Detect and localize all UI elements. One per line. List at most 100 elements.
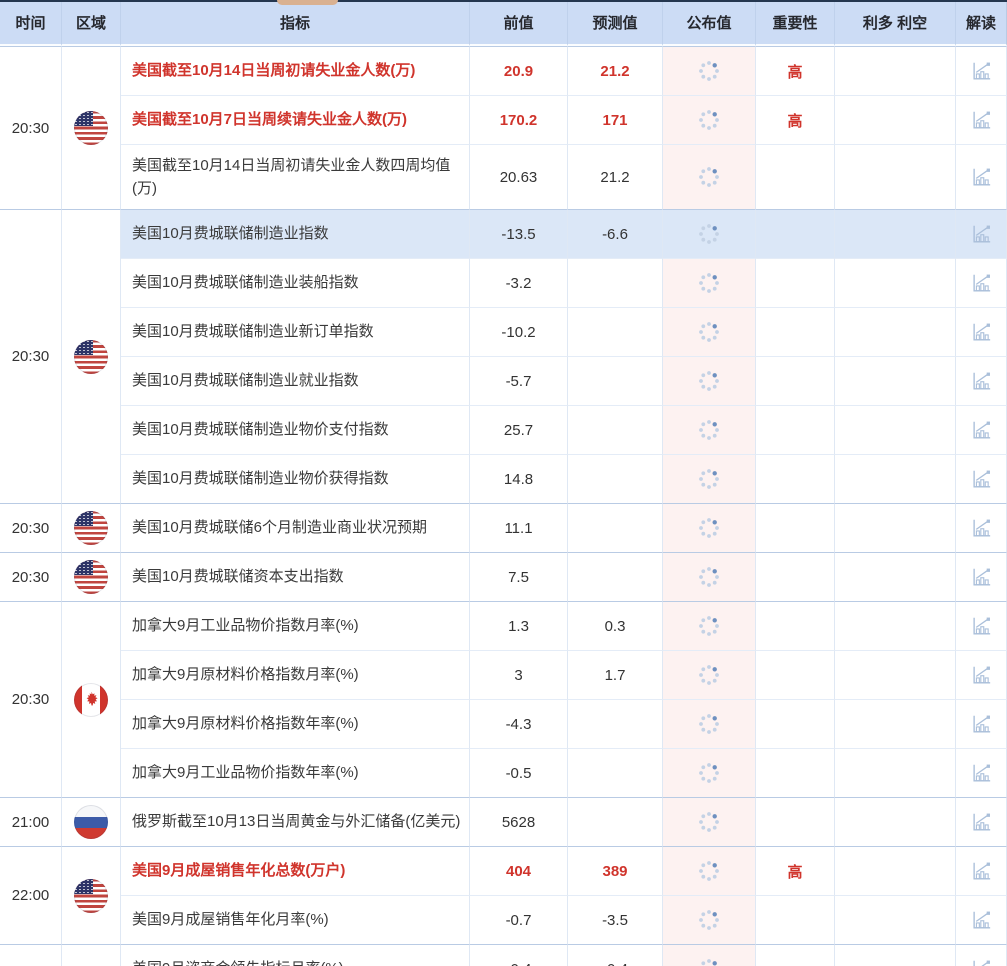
indicator-cell: 美国截至10月14日当周初请失业金人数四周均值(万) (121, 145, 470, 210)
interpretation-cell (956, 847, 1007, 896)
interpretation-cell (956, 553, 1007, 602)
bullish-bearish-cell (835, 602, 956, 651)
col-header-published: 公布值 (663, 0, 756, 46)
bullish-bearish-cell (835, 749, 956, 798)
chart-icon[interactable] (970, 272, 992, 294)
interpretation-cell (956, 504, 1007, 553)
chart-icon[interactable] (970, 958, 992, 966)
chart-icon[interactable] (970, 713, 992, 735)
published-value-cell (663, 602, 756, 651)
indicator-label: 美国截至10月14日当周初请失业金人数四周均值(万) (132, 156, 451, 197)
region-cell (62, 798, 121, 847)
previous-value-cell: -0.5 (470, 749, 568, 798)
importance-cell (756, 145, 835, 210)
chart-icon[interactable] (970, 419, 992, 441)
importance-cell: 高 (756, 847, 835, 896)
interpretation-cell (956, 700, 1007, 749)
interpretation-cell (956, 96, 1007, 145)
col-header-importance: 重要性 (756, 0, 835, 46)
forecast-value-cell (568, 308, 663, 357)
loading-spinner-icon (696, 956, 722, 966)
previous-value-cell: -3.2 (470, 259, 568, 308)
region-cell (62, 847, 121, 945)
chart-icon[interactable] (970, 223, 992, 245)
chart-icon[interactable] (970, 762, 992, 784)
region-cell (62, 553, 121, 602)
indicator-label: 美国10月费城联储制造业新订单指数 (132, 323, 374, 341)
published-value-cell (663, 651, 756, 700)
interpretation-cell (956, 308, 1007, 357)
flag-russia-icon (74, 805, 108, 839)
bullish-bearish-cell (835, 896, 956, 945)
loading-spinner-icon (696, 564, 722, 590)
col-header-forecast: 预测值 (568, 0, 663, 46)
previous-value-cell: -5.7 (470, 357, 568, 406)
forecast-value-cell (568, 749, 663, 798)
forecast-value-cell (568, 357, 663, 406)
previous-value-cell: 20.63 (470, 145, 568, 210)
chart-icon[interactable] (970, 566, 992, 588)
time-cell: 20:30 (0, 553, 62, 602)
forecast-value-cell: 171 (568, 96, 663, 145)
econ-event-row: 美国10月费城联储制造业装船指数 -3.2 (0, 259, 1007, 308)
bullish-bearish-cell (835, 357, 956, 406)
indicator-cell: 美国10月费城联储制造业就业指数 (121, 357, 470, 406)
bullish-bearish-cell (835, 798, 956, 847)
bullish-bearish-cell (835, 259, 956, 308)
chart-icon[interactable] (970, 60, 992, 82)
chart-icon[interactable] (970, 321, 992, 343)
bullish-bearish-cell (835, 308, 956, 357)
chart-icon[interactable] (970, 811, 992, 833)
flag-us-icon (74, 111, 108, 145)
chart-icon[interactable] (970, 468, 992, 490)
econ-event-row: 美国10月费城联储制造业物价支付指数 25.7 (0, 406, 1007, 455)
forecast-value-cell (568, 259, 663, 308)
chart-icon[interactable] (970, 166, 992, 188)
econ-event-row: 美国截至10月7日当周续请失业金人数(万) 170.2 171 高 (0, 96, 1007, 145)
econ-event-row: 21:00 俄罗斯截至10月13日当周黄金与外汇储备(亿美元) 5628 (0, 798, 1007, 847)
chart-icon[interactable] (970, 615, 992, 637)
chart-icon[interactable] (970, 370, 992, 392)
importance-cell (756, 749, 835, 798)
flag-us-canton (74, 339, 93, 355)
published-value-cell (663, 945, 756, 966)
forecast-value-cell (568, 455, 663, 504)
interpretation-cell (956, 798, 1007, 847)
econ-event-row: 20:30 美国10月费城联储资本支出指数 7.5 (0, 553, 1007, 602)
forecast-value-cell: -6.6 (568, 210, 663, 259)
interpretation-cell (956, 145, 1007, 210)
chart-icon[interactable] (970, 860, 992, 882)
indicator-label: 美国10月费城联储制造业就业指数 (132, 372, 359, 390)
econ-event-row: 20:30 美国10月费城联储6个月制造业商业状况预期 11.1 (0, 504, 1007, 553)
chart-icon[interactable] (970, 517, 992, 539)
econ-event-row: 美国10月费城联储制造业就业指数 -5.7 (0, 357, 1007, 406)
indicator-label: 美国9月成屋销售年化月率(%) (132, 911, 329, 929)
econ-event-row: 20:30 美国截至10月14日当周初请失业金人数(万) 20.9 21.2 高 (0, 46, 1007, 210)
flag-us-canton (74, 878, 93, 894)
chart-icon[interactable] (970, 909, 992, 931)
indicator-label: 美国10月费城联储资本支出指数 (132, 568, 344, 586)
maple-leaf-icon (86, 691, 98, 706)
indicator-cell: 美国10月费城联储制造业物价获得指数 (121, 455, 470, 504)
previous-value-cell: -0.4 (470, 945, 568, 966)
importance-cell (756, 308, 835, 357)
forecast-value-cell: 389 (568, 847, 663, 896)
region-cell (62, 945, 121, 966)
bullish-bearish-cell (835, 96, 956, 145)
indicator-label: 美国截至10月14日当周初请失业金人数(万) (132, 62, 416, 80)
chart-icon[interactable] (970, 664, 992, 686)
loading-spinner-icon (696, 107, 722, 133)
published-value-cell (663, 145, 756, 210)
indicator-label: 加拿大9月工业品物价指数月率(%) (132, 617, 359, 635)
scroll-thumb[interactable] (277, 0, 338, 5)
previous-value-cell: 25.7 (470, 406, 568, 455)
indicator-cell: 美国10月费城联储6个月制造业商业状况预期 (121, 504, 470, 553)
chart-icon[interactable] (970, 109, 992, 131)
importance-cell (756, 504, 835, 553)
indicator-label: 美国9月成屋销售年化总数(万户) (132, 862, 346, 880)
previous-value-cell: 5628 (470, 798, 568, 847)
indicator-cell: 美国10月费城联储资本支出指数 (121, 553, 470, 602)
flag-us-canton (74, 511, 93, 526)
indicator-cell: 加拿大9月原材料价格指数年率(%) (121, 700, 470, 749)
indicator-cell: 美国9月成屋销售年化总数(万户) (121, 847, 470, 896)
